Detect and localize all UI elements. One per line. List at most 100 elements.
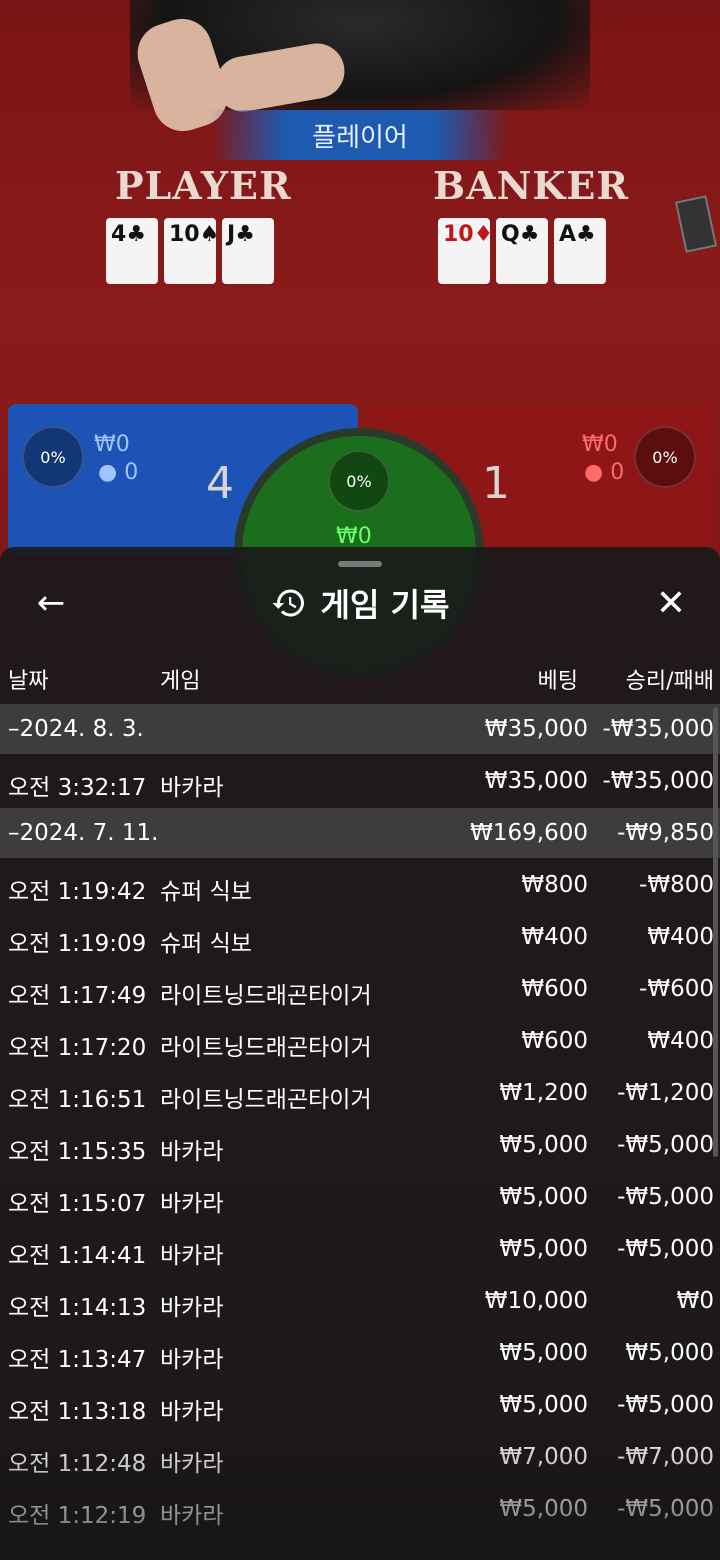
- history-row[interactable]: 오전 1:13:47 바카라 ₩5,000 ₩5,000: [0, 1328, 720, 1380]
- row-date: 오전 3:32:17: [8, 775, 147, 801]
- row-game: 라이트닝드래곤타이거: [160, 983, 372, 1009]
- history-row[interactable]: 오전 1:19:09 슈퍼 식보 ₩400 ₩400: [0, 912, 720, 964]
- card-rank: 10: [443, 222, 474, 247]
- row-result: -₩35,000: [602, 768, 714, 794]
- card-suit-icon: ♦: [473, 222, 494, 247]
- scrollbar[interactable]: [713, 707, 718, 1157]
- history-icon: [272, 589, 304, 617]
- row-game: 라이트닝드래곤타이거: [160, 1035, 372, 1061]
- row-game: 슈퍼 식보: [160, 879, 252, 905]
- person-icon: ●: [584, 460, 604, 485]
- row-date: –2024. 8. 3.: [8, 716, 144, 742]
- row-date: 오전 1:15:07: [8, 1191, 147, 1217]
- title-group: 게임 기록: [0, 573, 720, 633]
- history-row[interactable]: 오전 1:15:35 바카라 ₩5,000 -₩5,000: [0, 1120, 720, 1172]
- person-icon: ●: [98, 460, 118, 485]
- row-result: -₩7,000: [617, 1444, 714, 1470]
- history-row[interactable]: 오전 1:12:19 바카라 ₩5,000 -₩5,000: [0, 1484, 720, 1536]
- history-row[interactable]: 오전 3:32:17 바카라 ₩35,000 -₩35,000: [0, 756, 720, 808]
- row-game: 바카라: [160, 1399, 224, 1425]
- player-bet-amount: ₩0: [94, 432, 130, 457]
- date-group-row[interactable]: –2024. 7. 11. ₩169,600 -₩9,850: [0, 808, 720, 858]
- row-date: 오전 1:16:51: [8, 1087, 147, 1113]
- card-rank: 10: [169, 222, 200, 247]
- row-game: 바카라: [160, 1139, 224, 1165]
- history-row[interactable]: 오전 1:16:51 라이트닝드래곤타이거 ₩1,200 -₩1,200: [0, 1068, 720, 1120]
- row-bet: ₩5,000: [499, 1184, 588, 1210]
- tie-bet-amount: ₩0: [336, 524, 372, 549]
- row-bet: ₩10,000: [484, 1288, 588, 1314]
- row-bet: ₩600: [521, 1028, 588, 1054]
- card-suit-icon: ♣: [235, 222, 255, 247]
- close-button[interactable]: ✕: [646, 581, 696, 625]
- row-bet: ₩5,000: [499, 1392, 588, 1418]
- card-suit-icon: ♠: [199, 222, 220, 247]
- playing-card: Q ♣: [496, 218, 548, 284]
- column-headers: 날짜 게임 베팅 승리/패배: [0, 663, 720, 697]
- row-result: ₩400: [647, 1028, 714, 1054]
- row-bet: ₩5,000: [499, 1340, 588, 1366]
- history-row[interactable]: 오전 1:19:42 슈퍼 식보 ₩800 -₩800: [0, 860, 720, 912]
- row-result: -₩800: [639, 872, 714, 898]
- row-bet: ₩800: [521, 872, 588, 898]
- date-group-row[interactable]: –2024. 8. 3. ₩35,000 -₩35,000: [0, 704, 720, 754]
- row-bet: ₩1,200: [499, 1080, 588, 1106]
- banker-label: BANKER: [433, 163, 629, 208]
- row-date: 오전 1:12:48: [8, 1451, 147, 1477]
- row-bet: ₩5,000: [499, 1496, 588, 1522]
- column-header-bet: 베팅: [537, 669, 578, 694]
- game-history-sheet: 게임 기록 ← ✕ 날짜 게임 베팅 승리/패배 –2024. 8. 3. ₩35…: [0, 547, 720, 1560]
- back-button[interactable]: ←: [26, 581, 76, 625]
- drag-handle[interactable]: [338, 561, 382, 567]
- row-result: -₩5,000: [617, 1184, 714, 1210]
- card-suit-icon: ♣: [519, 222, 540, 247]
- banker-score: 1: [482, 458, 510, 509]
- row-result: -₩9,850: [617, 820, 714, 846]
- row-date: –2024. 7. 11.: [8, 820, 159, 846]
- history-row[interactable]: 오전 1:17:49 라이트닝드래곤타이거 ₩600 -₩600: [0, 964, 720, 1016]
- card-rank: J: [227, 222, 236, 247]
- row-result: -₩5,000: [617, 1392, 714, 1418]
- row-date: 오전 1:17:20: [8, 1035, 147, 1061]
- row-bet: ₩169,600: [470, 820, 588, 846]
- row-game: 바카라: [160, 1243, 224, 1269]
- row-date: 오전 1:15:35: [8, 1139, 147, 1165]
- player-label: PLAYER: [115, 163, 292, 208]
- banker-pct-circle: 0%: [634, 426, 696, 488]
- playing-card: 10 ♠: [164, 218, 219, 284]
- history-row[interactable]: 오전 1:17:20 라이트닝드래곤타이거 ₩600 ₩400: [0, 1016, 720, 1068]
- row-result: ₩0: [676, 1288, 714, 1314]
- row-date: 오전 1:14:41: [8, 1243, 147, 1269]
- row-result: -₩5,000: [617, 1236, 714, 1262]
- row-bet: ₩400: [521, 924, 588, 950]
- player-count-value: 0: [124, 460, 139, 485]
- row-result: ₩5,000: [625, 1340, 714, 1366]
- player-pct-circle: 0%: [22, 426, 84, 488]
- history-row[interactable]: 오전 1:13:18 바카라 ₩5,000 -₩5,000: [0, 1380, 720, 1432]
- row-date: 오전 1:19:09: [8, 931, 147, 957]
- row-game: 라이트닝드래곤타이거: [160, 1087, 372, 1113]
- row-game: 바카라: [160, 1191, 224, 1217]
- column-header-date: 날짜: [8, 669, 49, 694]
- card-suit-icon: ♣: [126, 222, 147, 247]
- arrow-left-icon: ←: [36, 583, 66, 623]
- row-result: ₩400: [647, 924, 714, 950]
- history-row[interactable]: 오전 1:15:07 바카라 ₩5,000 -₩5,000: [0, 1172, 720, 1224]
- history-row[interactable]: 오전 1:14:41 바카라 ₩5,000 -₩5,000: [0, 1224, 720, 1276]
- player-score: 4: [206, 458, 234, 509]
- row-date: 오전 1:13:18: [8, 1399, 147, 1425]
- row-game: 바카라: [160, 1451, 224, 1477]
- playing-card: 4 ♣: [106, 218, 158, 284]
- tie-pct-circle: 0%: [328, 450, 390, 512]
- history-row[interactable]: 오전 1:14:13 바카라 ₩10,000 ₩0: [0, 1276, 720, 1328]
- row-bet: ₩35,000: [484, 716, 588, 742]
- row-date: 오전 1:14:13: [8, 1295, 147, 1321]
- row-game: 바카라: [160, 775, 224, 801]
- history-row[interactable]: 오전 1:12:48 바카라 ₩7,000 -₩7,000: [0, 1432, 720, 1484]
- banker-bet-amount: ₩0: [582, 432, 618, 457]
- row-result: -₩35,000: [602, 716, 714, 742]
- row-bet: ₩600: [521, 976, 588, 1002]
- row-bet: ₩5,000: [499, 1236, 588, 1262]
- player-bettor-count: ● 0: [98, 460, 138, 485]
- history-list[interactable]: –2024. 8. 3. ₩35,000 -₩35,000 오전 3:32:17 바카라…: [0, 704, 720, 1536]
